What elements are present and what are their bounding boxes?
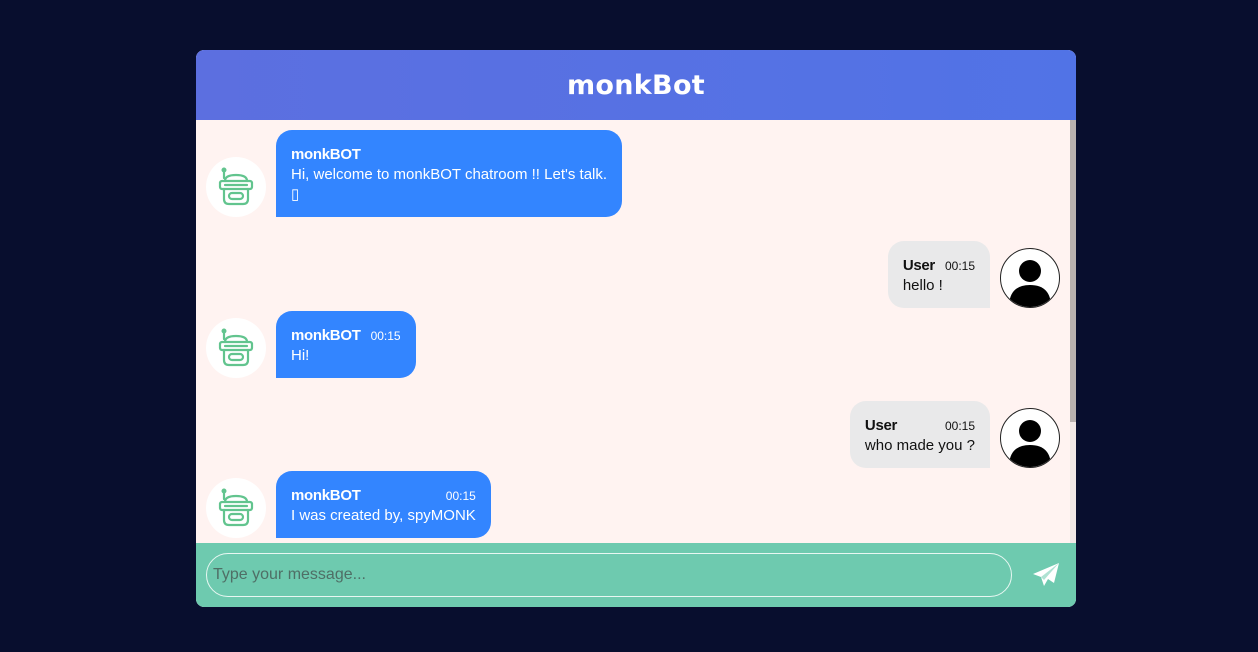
chat-header: monkBot: [196, 50, 1076, 120]
chat-title: monkBot: [567, 69, 705, 101]
message-header: User 00:15: [865, 416, 975, 436]
message-text: hello !: [902, 277, 943, 294]
message-input[interactable]: [206, 553, 1012, 597]
message-header: monkBOT 00:15: [291, 486, 476, 506]
robot-icon: [206, 157, 266, 217]
bot-message: monkBOT 00:15 Hi!: [206, 311, 416, 378]
message-text: Hi, welcome to monkBOT chatroom !! Let's…: [291, 166, 608, 203]
message-header: User 00:15: [903, 256, 975, 276]
user-silhouette-icon: [1000, 248, 1060, 308]
robot-icon: [206, 478, 266, 538]
bot-message: monkBOT 00:15 I was created by, spyMONK: [206, 471, 491, 538]
user-message: User 00:15 who made you ?: [849, 401, 1060, 468]
user-message: User 00:15 hello !: [887, 241, 1060, 308]
message-time: 00:15: [370, 329, 401, 343]
sender-name: monkBOT: [291, 487, 361, 504]
send-button[interactable]: [1030, 559, 1062, 591]
robot-icon: [206, 318, 266, 378]
message-text: Hi!: [291, 347, 310, 364]
message-time: 00:15: [944, 259, 975, 273]
message-bubble: monkBOT Hi, welcome to monkBOT chatroom …: [276, 130, 623, 217]
message-time: 00:15: [944, 419, 975, 433]
paper-plane-icon: [1032, 562, 1060, 588]
sender-name: monkBOT: [291, 146, 361, 163]
message-header: monkBOT: [291, 145, 607, 165]
message-text: I was created by, spyMONK: [291, 507, 476, 524]
sender-name: monkBOT: [291, 327, 361, 344]
chat-window: monkBot monkBOT Hi, welcome to monkBOT c…: [196, 50, 1076, 607]
message-bubble: monkBOT 00:15 Hi!: [276, 311, 416, 378]
scrollbar-thumb[interactable]: [1070, 120, 1076, 422]
message-bubble: User 00:15 hello !: [887, 241, 990, 308]
sender-name: User: [902, 257, 935, 274]
message-header: monkBOT 00:15: [291, 326, 401, 346]
bot-message: monkBOT Hi, welcome to monkBOT chatroom …: [206, 130, 623, 217]
user-silhouette-icon: [1000, 408, 1060, 468]
message-time: 00:15: [445, 489, 476, 503]
message-bubble: monkBOT 00:15 I was created by, spyMONK: [276, 471, 491, 538]
message-bubble: User 00:15 who made you ?: [849, 401, 990, 468]
chat-messages-area[interactable]: monkBOT Hi, welcome to monkBOT chatroom …: [196, 120, 1076, 543]
message-text: who made you ?: [864, 437, 975, 454]
scrollbar-track[interactable]: [1070, 120, 1076, 543]
message-input-bar: [196, 543, 1076, 607]
sender-name: User: [864, 417, 898, 434]
